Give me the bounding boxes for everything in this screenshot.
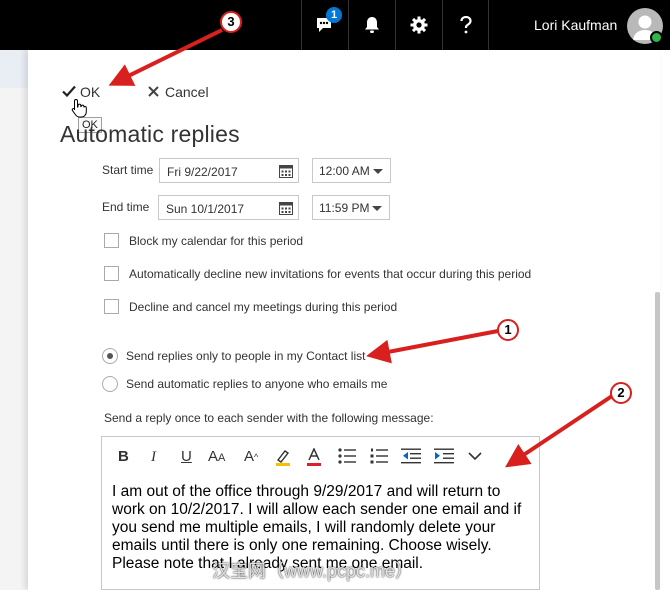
contacts-only-label: Send replies only to people in my Contac… bbox=[126, 349, 366, 363]
user-name[interactable]: Lori Kaufman bbox=[534, 17, 617, 33]
start-time-value: 12:00 AM bbox=[319, 164, 370, 178]
increase-indent-button[interactable] bbox=[434, 448, 454, 469]
caret-up-icon: ^ bbox=[254, 452, 259, 462]
highlight-button[interactable] bbox=[274, 448, 292, 471]
cancel-meetings-checkbox[interactable] bbox=[104, 299, 119, 314]
end-time-dropdown[interactable]: 11:59 PM bbox=[312, 195, 390, 220]
format-toolbar: B I U AA A^ bbox=[102, 437, 539, 477]
italic-button[interactable]: I bbox=[151, 448, 156, 466]
cancel-meetings-label: Decline and cancel my meetings during th… bbox=[129, 299, 398, 314]
start-date-value: Fri 9/22/2017 bbox=[167, 165, 238, 179]
indent-icon bbox=[434, 448, 454, 464]
end-time-value: 11:59 PM bbox=[319, 201, 370, 215]
font-size-small-label: A bbox=[218, 452, 226, 464]
annotation-number-2: 2 bbox=[610, 382, 632, 404]
block-calendar-label: Block my calendar for this period bbox=[129, 233, 304, 248]
hand-cursor-icon bbox=[71, 98, 87, 123]
notifications-button[interactable] bbox=[348, 0, 395, 50]
numbered-list-icon bbox=[370, 448, 388, 464]
font-size-label: A bbox=[208, 448, 219, 465]
end-time-label: End time bbox=[102, 200, 150, 214]
start-date-picker[interactable]: Fri 9/22/2017 bbox=[159, 158, 299, 183]
anyone-option[interactable]: Send automatic replies to anyone who ema… bbox=[102, 376, 387, 392]
close-icon bbox=[148, 84, 159, 100]
font-color-button[interactable] bbox=[306, 447, 322, 471]
background-page bbox=[0, 50, 28, 590]
gear-icon bbox=[410, 16, 428, 34]
annotation-number-3: 3 bbox=[220, 11, 242, 33]
underline-button[interactable]: U bbox=[181, 448, 192, 466]
settings-button[interactable] bbox=[395, 0, 442, 50]
grow-font-label: A bbox=[244, 448, 255, 465]
highlighter-icon bbox=[276, 450, 290, 466]
more-options-button[interactable] bbox=[468, 448, 482, 466]
bullets-button[interactable] bbox=[338, 448, 356, 469]
chevron-down-icon bbox=[373, 169, 383, 174]
decline-invitations-checkbox[interactable] bbox=[104, 266, 119, 281]
panel-scrollbar[interactable] bbox=[655, 292, 660, 590]
bullet-list-icon bbox=[338, 448, 356, 464]
decrease-indent-button[interactable] bbox=[401, 448, 421, 469]
block-calendar-option[interactable]: Block my calendar for this period bbox=[104, 233, 303, 248]
chevron-down-icon bbox=[372, 206, 382, 211]
calendar-icon[interactable] bbox=[279, 201, 293, 218]
grow-font-button[interactable]: A^ bbox=[244, 448, 258, 466]
chat-badge: 1 bbox=[326, 7, 342, 23]
chevron-down-icon bbox=[468, 452, 482, 461]
page-title: Automatic replies bbox=[60, 121, 240, 147]
cancel-label: Cancel bbox=[165, 84, 209, 100]
message-label: Send a reply once to each sender with th… bbox=[104, 411, 434, 425]
help-button[interactable] bbox=[442, 0, 489, 50]
start-time-dropdown[interactable]: 12:00 AM bbox=[312, 158, 391, 183]
contacts-only-radio[interactable] bbox=[102, 348, 118, 364]
font-color-icon bbox=[307, 447, 321, 466]
annotation-number-1: 1 bbox=[497, 319, 519, 341]
end-date-value: Sun 10/1/2017 bbox=[166, 202, 245, 216]
bold-button[interactable]: B bbox=[118, 448, 129, 466]
presence-status bbox=[650, 31, 663, 44]
calendar-icon[interactable] bbox=[279, 164, 293, 181]
help-icon bbox=[459, 16, 472, 34]
background-strip bbox=[0, 50, 28, 88]
decline-invitations-option[interactable]: Automatically decline new invitations fo… bbox=[104, 266, 531, 281]
outdent-icon bbox=[401, 448, 421, 464]
anyone-radio[interactable] bbox=[102, 376, 118, 392]
anyone-label: Send automatic replies to anyone who ema… bbox=[126, 377, 388, 391]
end-date-picker[interactable]: Sun 10/1/2017 bbox=[158, 195, 299, 220]
chat-button[interactable]: 1 bbox=[301, 0, 348, 50]
font-size-button[interactable]: AA bbox=[208, 448, 225, 467]
cancel-button[interactable]: Cancel bbox=[148, 84, 209, 100]
numbering-button[interactable] bbox=[370, 448, 388, 469]
block-calendar-checkbox[interactable] bbox=[104, 233, 119, 248]
cancel-meetings-option[interactable]: Decline and cancel my meetings during th… bbox=[104, 299, 397, 314]
contacts-only-option[interactable]: Send replies only to people in my Contac… bbox=[102, 348, 365, 364]
bell-icon bbox=[364, 16, 380, 34]
watermark-text: 汉宝网（www.pcpc.me） bbox=[212, 561, 414, 581]
decline-invitations-label: Automatically decline new invitations fo… bbox=[129, 266, 532, 281]
top-bar: 1 Lori Kaufman bbox=[0, 0, 670, 50]
start-time-label: Start time bbox=[102, 163, 154, 177]
